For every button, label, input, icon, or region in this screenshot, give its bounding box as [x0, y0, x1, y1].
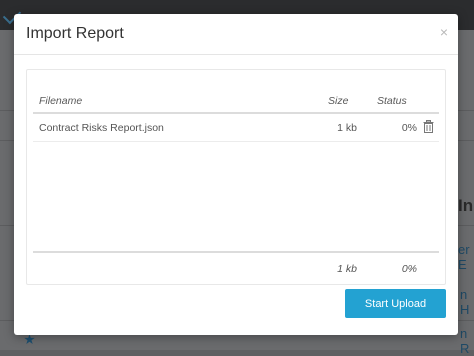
import-report-dialog: Import Report × Filename Size Status Con… [14, 14, 458, 335]
background-heading: In [458, 196, 474, 215]
total-status: 0% [401, 263, 417, 275]
trash-icon[interactable] [423, 120, 434, 133]
background-link: n R [460, 326, 470, 356]
file-status: 0% [401, 122, 417, 134]
table-row: Contract Risks Report.json 1 kb 0% [33, 114, 439, 142]
start-upload-button[interactable]: Start Upload [345, 289, 446, 318]
file-list: Filename Size Status Contract Risks Repo… [26, 69, 446, 285]
table-footer: 1 kb 0% [33, 251, 439, 283]
background-link: er E [458, 242, 470, 272]
column-header-filename: Filename [39, 95, 83, 107]
table-header: Filename Size Status [33, 82, 439, 114]
file-size: 1 kb [337, 122, 357, 134]
column-header-size: Size [328, 95, 349, 107]
file-name: Contract Risks Report.json [39, 122, 164, 134]
column-header-status: Status [377, 95, 407, 107]
total-size: 1 kb [337, 263, 357, 275]
dialog-header: Import Report × [14, 14, 458, 55]
background-link: n H [460, 287, 470, 317]
dialog-title: Import Report [26, 25, 124, 42]
close-button[interactable]: × [440, 24, 448, 40]
